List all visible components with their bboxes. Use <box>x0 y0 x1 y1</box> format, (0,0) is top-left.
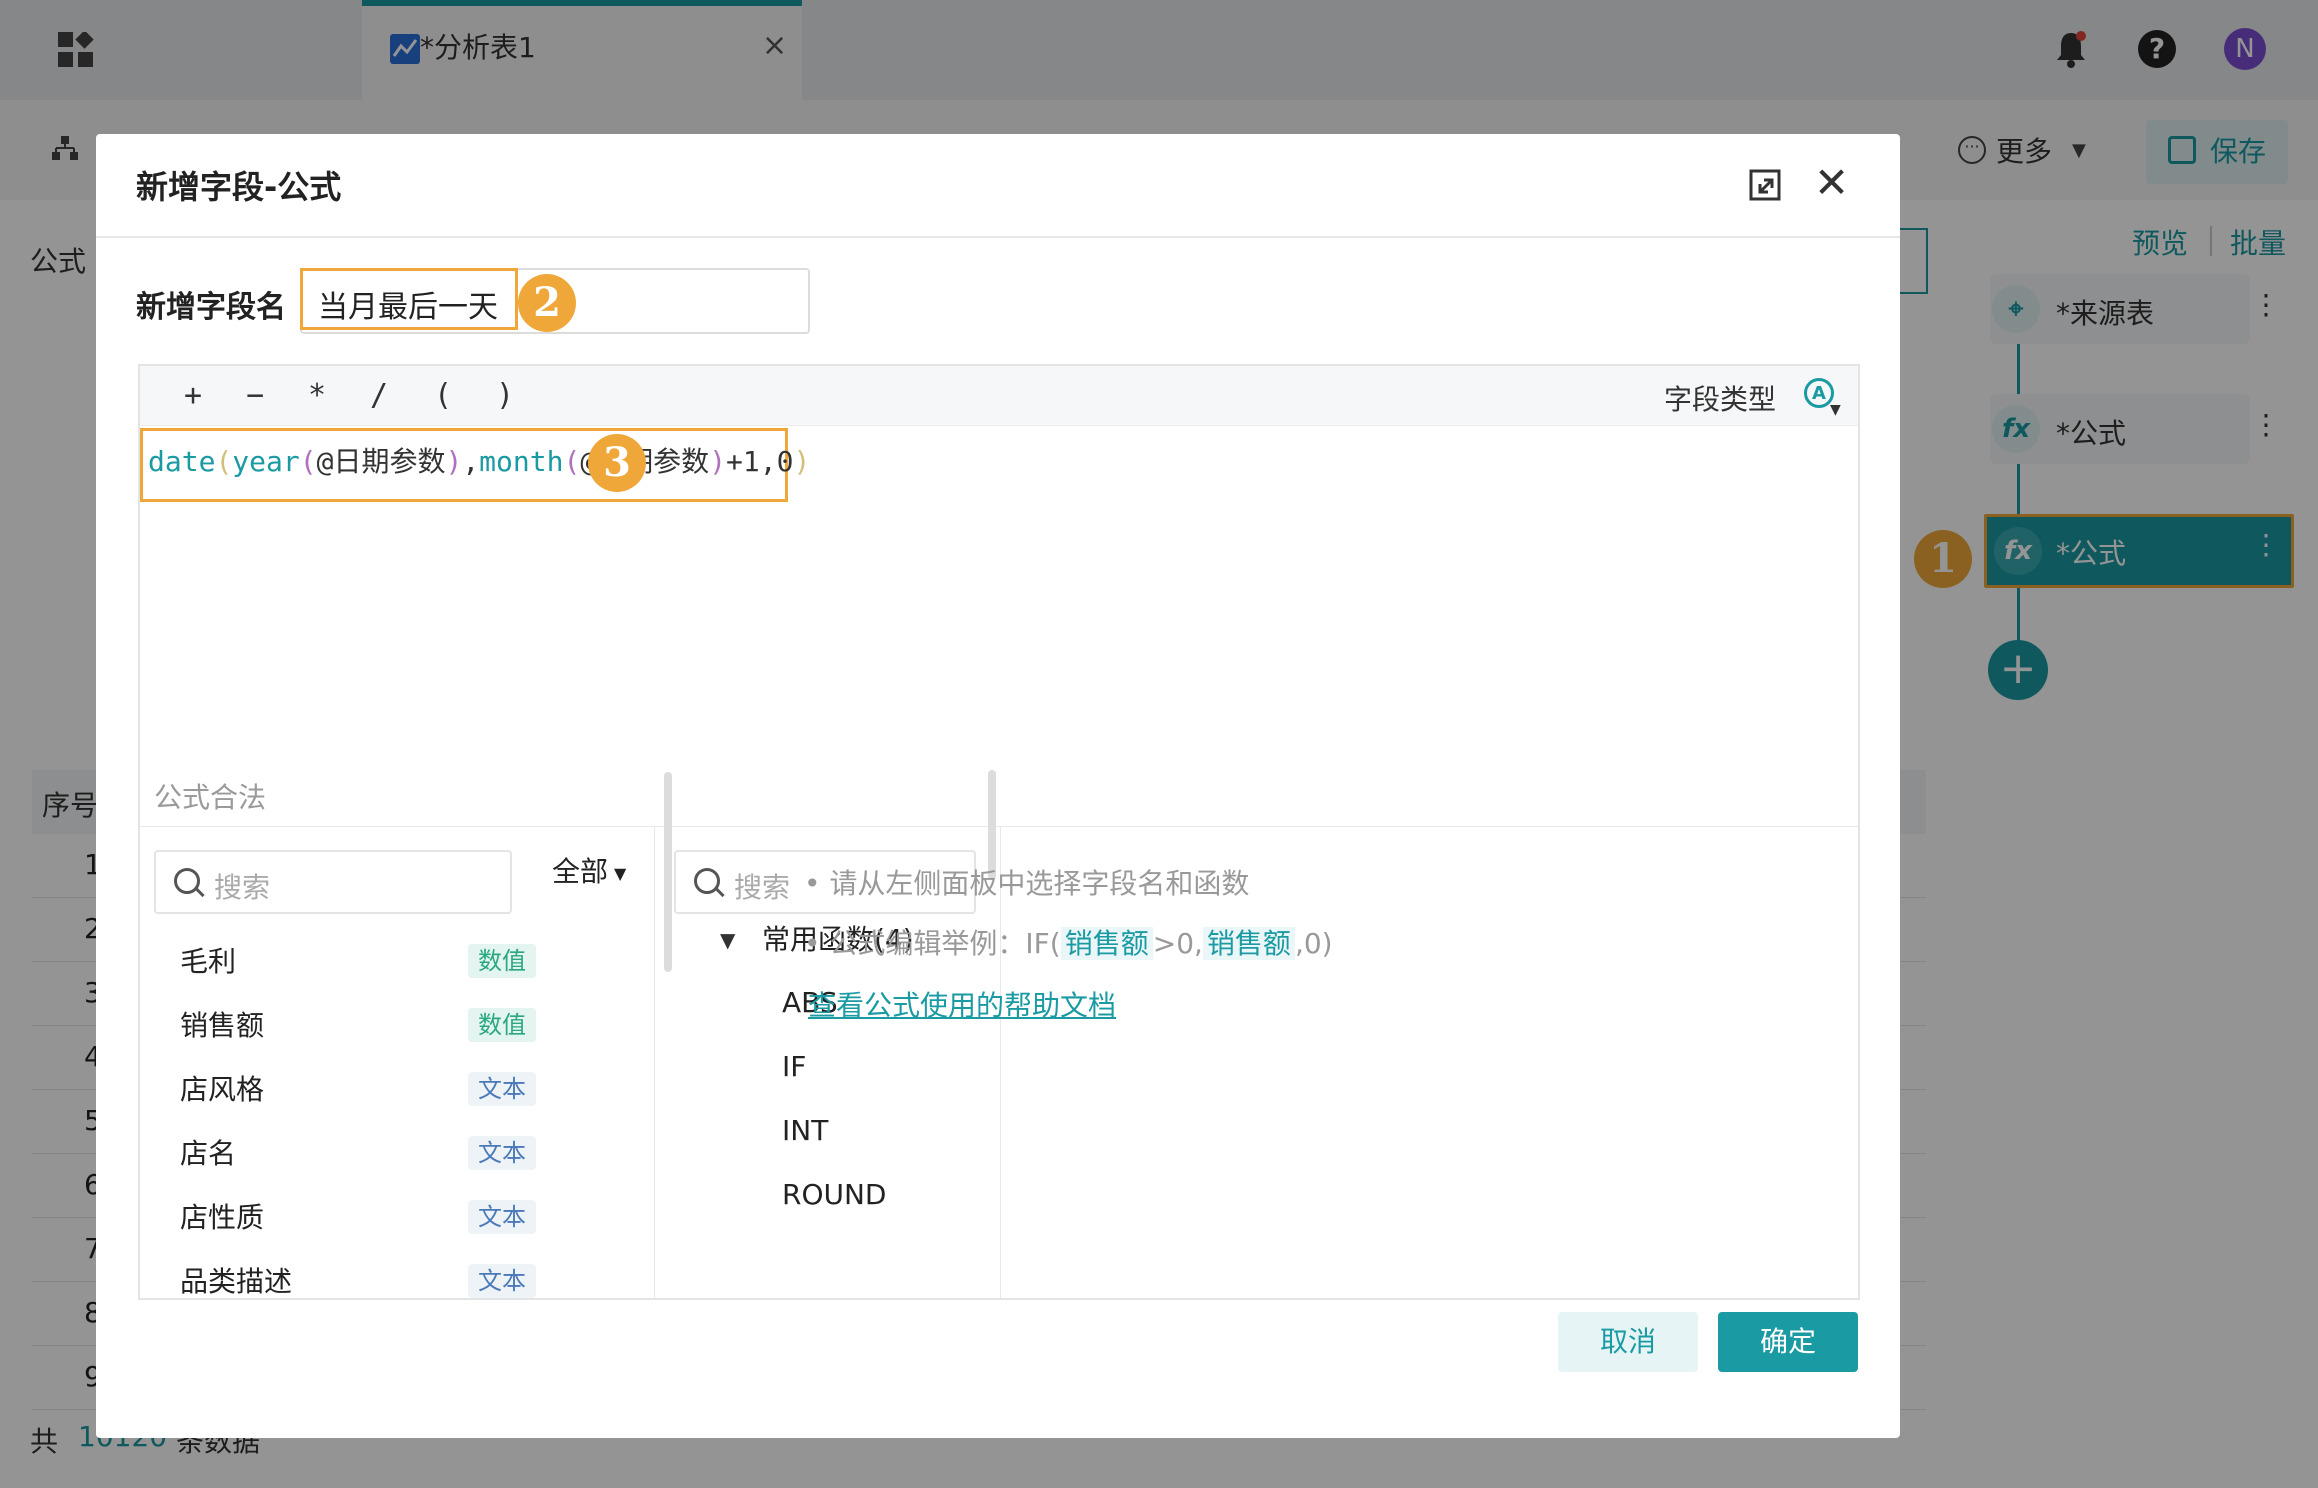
formula-paren: ) <box>709 445 727 478</box>
field-name-label: 新增字段名 <box>136 290 286 325</box>
hint-text: ,0) <box>1294 927 1333 960</box>
op-rparen[interactable]: ) <box>496 378 514 413</box>
hint-text: • 公式编辑举例：IF( <box>804 927 1061 960</box>
type-tag: 文本 <box>468 1200 536 1234</box>
type-tag: 数值 <box>468 1008 536 1042</box>
help-doc-link[interactable]: 查看公式使用的帮助文档 <box>808 984 1116 1024</box>
formula-fn-month: month <box>479 445 564 478</box>
field-name: 品类描述 <box>180 1265 293 1298</box>
chevron-down-icon: ▼ <box>614 863 627 883</box>
formula-status: 公式合法 <box>154 781 267 814</box>
collapse-caret-icon[interactable]: ▼ <box>720 928 735 952</box>
type-tag: 文本 <box>468 1072 536 1106</box>
marker-2: 2 <box>518 274 576 332</box>
type-tag: 数值 <box>468 944 536 978</box>
formula-comma: , <box>462 445 480 478</box>
formula-paren: ( <box>563 445 581 478</box>
op-multiply[interactable]: * <box>308 378 326 413</box>
function-item[interactable]: INT <box>782 1114 828 1147</box>
field-name: 店名 <box>180 1137 237 1170</box>
list-item[interactable]: 毛利 数值 <box>180 940 620 1004</box>
operator-toolbar <box>140 366 1858 426</box>
formula-arg: @日期参数 <box>316 445 446 478</box>
field-list-scrollbar[interactable] <box>664 772 672 972</box>
hint-field: 销售额 <box>1202 927 1295 960</box>
formula-paren: ( <box>299 445 317 478</box>
search-placeholder: 搜索 <box>734 871 791 904</box>
list-item[interactable]: 销售额 数值 <box>180 1004 620 1068</box>
op-divide[interactable]: / <box>370 378 388 413</box>
list-item[interactable]: 店风格 文本 <box>180 1068 620 1132</box>
field-name: 毛利 <box>180 945 237 978</box>
field-filter-dropdown[interactable]: 全部 ▼ <box>552 850 626 890</box>
formula-editor: + − * / ( ) 字段类型 A ▼ date(year(@日期参数),mo… <box>138 364 1860 1300</box>
hint-example: • 公式编辑举例：IF(销售额 >0, 销售额 ,0) <box>804 922 1333 962</box>
field-name: 店性质 <box>180 1201 265 1234</box>
marker-3: 3 <box>588 434 646 492</box>
op-plus[interactable]: + <box>184 378 202 413</box>
formula-paren: ) <box>445 445 463 478</box>
function-item[interactable]: IF <box>782 1050 806 1083</box>
search-icon <box>694 868 720 894</box>
panel-divider <box>654 826 655 1298</box>
caret-down-icon[interactable]: ▼ <box>1830 402 1841 418</box>
search-icon <box>174 868 200 894</box>
formula-rest: +1,0 <box>726 445 794 478</box>
hint-text: >0, <box>1152 927 1203 960</box>
field-name: 店风格 <box>180 1073 265 1106</box>
field-search-input[interactable]: 搜索 <box>154 850 512 914</box>
search-placeholder: 搜索 <box>214 871 271 904</box>
hint-field: 销售额 <box>1060 927 1153 960</box>
hint-select: • 请从左侧面板中选择字段名和函数 <box>804 867 1250 900</box>
formula-paren: ) <box>793 445 811 478</box>
list-item[interactable]: 店性质 文本 <box>180 1196 620 1260</box>
formula-input[interactable]: date(year(@日期参数),month(@日期参数)+1,0) <box>148 440 810 480</box>
field-name: 销售额 <box>180 1009 265 1042</box>
list-item[interactable]: 品类描述 文本 <box>180 1260 620 1298</box>
dialog-title: 新增字段-公式 <box>136 168 342 206</box>
close-icon[interactable]: ✕ <box>1814 162 1849 204</box>
field-list: 毛利 数值 销售额 数值 店风格 文本 店名 文本 店性质 文本 品类描述 文本 <box>140 926 640 1298</box>
type-tag: 文本 <box>468 1136 536 1170</box>
function-item[interactable]: ROUND <box>782 1178 887 1211</box>
confirm-button[interactable]: 确定 <box>1718 1312 1858 1372</box>
list-item[interactable]: 店名 文本 <box>180 1132 620 1196</box>
editor-divider <box>140 826 1858 827</box>
cancel-button[interactable]: 取消 <box>1558 1312 1698 1372</box>
formula-fn-date: date <box>148 445 216 478</box>
expand-icon[interactable] <box>1748 168 1784 204</box>
op-minus[interactable]: − <box>246 378 264 413</box>
op-lparen[interactable]: ( <box>434 378 452 413</box>
filter-label: 全部 <box>552 855 609 888</box>
formula-paren: ( <box>215 445 233 478</box>
field-type-label: 字段类型 <box>1664 383 1777 416</box>
type-tag: 文本 <box>468 1264 536 1298</box>
field-name-value: 当月最后一天 <box>318 290 498 325</box>
add-field-formula-dialog: 新增字段-公式 ✕ 新增字段名 当月最后一天 2 + − * / ( ) 字段类… <box>96 134 1900 1438</box>
formula-fn-year: year <box>232 445 300 478</box>
header-divider <box>96 236 1900 238</box>
